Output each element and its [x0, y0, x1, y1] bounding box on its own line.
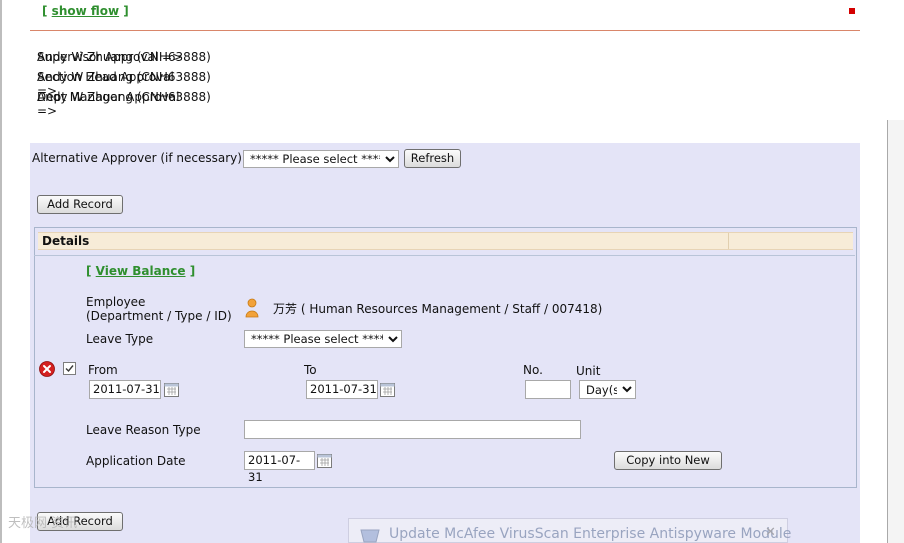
approval-row-section-head: Section Head Approval => Andy W Zhuang (C… [37, 70, 211, 98]
employee-name: 万芳 [273, 302, 298, 316]
delete-icon[interactable] [39, 361, 55, 377]
approval-label: Dept Manager Approval => [37, 90, 180, 118]
leave-type-label: Leave Type [86, 332, 154, 346]
show-flow-link[interactable]: show flow [52, 4, 119, 18]
window-left-border [0, 0, 2, 543]
status-marker [849, 8, 855, 14]
show-flow: [ show flow ] [42, 4, 129, 18]
no-input[interactable] [525, 380, 571, 399]
unit-label: Unit [576, 364, 601, 378]
employee-info: 万芳 ( Human Resources Management / Staff … [273, 300, 602, 317]
approval-row-dept-manager: Dept Manager Approval => Andy W Zhuang (C… [37, 90, 211, 118]
application-date-input[interactable]: 2011-07-31 [244, 451, 315, 484]
bracket-close: ] [123, 4, 129, 18]
calendar-icon[interactable] [164, 382, 179, 397]
leave-type-select[interactable]: ***** Please select ***** [244, 330, 402, 348]
bracket-open: [ [86, 264, 92, 278]
employee-details: ( Human Resources Management / Staff / 0… [300, 302, 603, 316]
bracket-open: [ [42, 4, 48, 18]
no-label: No. [523, 363, 543, 377]
details-title: Details [42, 234, 90, 248]
record-checkbox[interactable] [63, 362, 76, 375]
watermark: 天极网 资讯 [8, 516, 78, 531]
approval-row-supervisor: Supervisor Approval => Andy W Zhuang (CNH… [37, 50, 211, 64]
refresh-button[interactable]: Refresh [404, 149, 461, 168]
employee-label: Employee [86, 295, 146, 309]
calendar-icon[interactable] [380, 382, 395, 397]
copy-into-new-button[interactable]: Copy into New [614, 451, 722, 470]
leave-reason-label: Leave Reason Type [86, 423, 201, 437]
leave-reason-input[interactable] [244, 420, 581, 439]
from-date-input[interactable]: 2011-07-31 [89, 380, 161, 399]
check-icon [65, 365, 74, 373]
notification-text: Update McAfee VirusScan Enterprise Antis… [389, 526, 792, 542]
bracket-close: ] [189, 264, 196, 278]
alternative-approver-label: Alternative Approver (if necessary) [32, 151, 242, 165]
from-label: From [88, 363, 118, 377]
update-notification[interactable]: Update McAfee VirusScan Enterprise Antis… [348, 518, 792, 543]
application-date-label: Application Date [86, 454, 186, 468]
shield-icon [360, 529, 380, 543]
person-icon [245, 298, 259, 318]
approval-label: Supervisor Approval => [37, 50, 183, 64]
add-record-button[interactable]: Add Record [37, 195, 123, 214]
vertical-scrollbar[interactable] [887, 120, 904, 543]
view-balance-link[interactable]: View Balance [96, 264, 186, 278]
details-header: Details [38, 232, 853, 250]
alternative-approver-select[interactable]: ***** Please select ***** [243, 150, 399, 168]
details-inner [34, 255, 855, 484]
header-divider [728, 233, 729, 249]
separator-line [30, 30, 860, 31]
unit-select[interactable]: Day(s) [579, 380, 636, 399]
calendar-icon[interactable] [317, 453, 332, 468]
to-label: To [304, 363, 317, 377]
close-icon[interactable]: ✕ [765, 525, 776, 540]
employee-sublabel: (Department / Type / ID) [86, 309, 232, 323]
view-balance: [ View Balance ] [86, 264, 195, 278]
to-date-input[interactable]: 2011-07-31 [306, 380, 378, 399]
